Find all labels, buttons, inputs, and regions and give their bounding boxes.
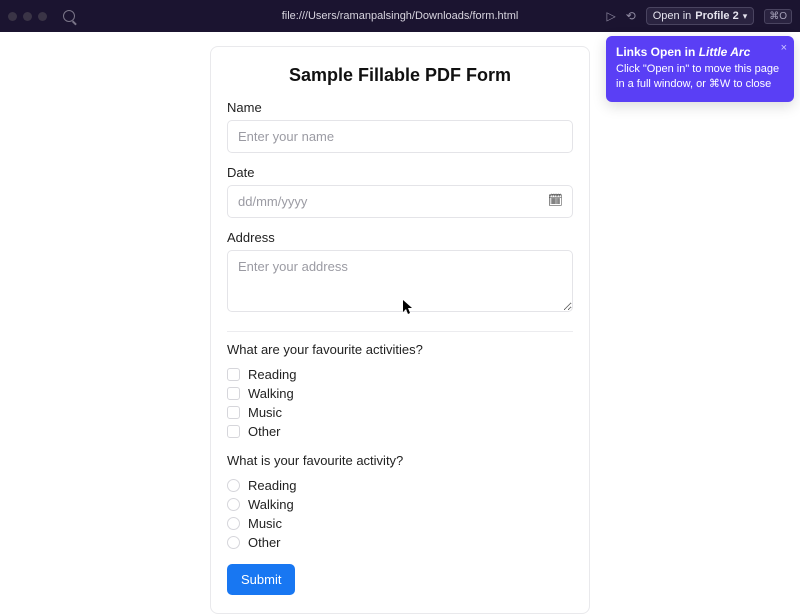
address-bar-url[interactable]: file:///Users/ramanpalsingh/Downloads/fo… <box>282 10 519 22</box>
checkbox-option[interactable]: Other <box>227 422 573 441</box>
radio-option[interactable]: Music <box>227 514 573 533</box>
checkbox-option[interactable]: Reading <box>227 365 573 384</box>
tooltip-title-prefix: Links Open in <box>616 45 699 59</box>
radio-group: Reading Walking Music Other <box>227 476 573 552</box>
topbar-right-tools: ▷ ⟲ Open in Profile 2 ▾ ⌘O <box>606 7 792 25</box>
checkbox-icon[interactable] <box>227 406 240 419</box>
checkbox-icon[interactable] <box>227 425 240 438</box>
extension-icon[interactable]: ▷ <box>606 9 615 23</box>
tooltip-body: Click "Open in" to move this page in a f… <box>616 62 784 92</box>
divider <box>227 331 573 332</box>
address-label: Address <box>227 230 573 245</box>
checkbox-option[interactable]: Walking <box>227 384 573 403</box>
checkbox-icon[interactable] <box>227 387 240 400</box>
search-icon[interactable] <box>63 10 75 22</box>
name-label: Name <box>227 100 573 115</box>
link-icon[interactable]: ⟲ <box>626 9 636 23</box>
mouse-cursor-icon <box>403 300 415 316</box>
question-single: What is your favourite activity? <box>227 453 573 468</box>
browser-topbar: file:///Users/ramanpalsingh/Downloads/fo… <box>0 0 800 32</box>
profile-open-label: Open in <box>653 10 692 22</box>
radio-icon[interactable] <box>227 536 240 549</box>
submit-button[interactable]: Submit <box>227 564 295 595</box>
name-input[interactable] <box>227 120 573 153</box>
radio-icon[interactable] <box>227 479 240 492</box>
option-label: Walking <box>248 386 294 401</box>
traffic-light-min[interactable] <box>23 12 32 21</box>
date-input[interactable] <box>227 185 573 218</box>
radio-icon[interactable] <box>227 517 240 530</box>
radio-option[interactable]: Reading <box>227 476 573 495</box>
radio-icon[interactable] <box>227 498 240 511</box>
open-in-profile-button[interactable]: Open in Profile 2 ▾ <box>646 7 754 25</box>
close-icon[interactable]: × <box>781 41 787 56</box>
option-label: Walking <box>248 497 294 512</box>
traffic-light-max[interactable] <box>38 12 47 21</box>
radio-option[interactable]: Walking <box>227 495 573 514</box>
traffic-light-close[interactable] <box>8 12 17 21</box>
tooltip-title-em: Little Arc <box>699 45 751 59</box>
shortcut-badge: ⌘O <box>764 9 792 24</box>
tooltip-title: Links Open in Little Arc <box>616 44 784 60</box>
option-label: Music <box>248 405 282 420</box>
calendar-icon[interactable]: 🗓 <box>548 193 563 207</box>
little-arc-tooltip: × Links Open in Little Arc Click "Open i… <box>606 36 794 102</box>
question-multi: What are your favourite activities? <box>227 342 573 357</box>
profile-name: Profile 2 <box>695 10 738 22</box>
checkbox-group: Reading Walking Music Other <box>227 365 573 441</box>
checkbox-icon[interactable] <box>227 368 240 381</box>
date-label: Date <box>227 165 573 180</box>
checkbox-option[interactable]: Music <box>227 403 573 422</box>
option-label: Reading <box>248 367 296 382</box>
form-title: Sample Fillable PDF Form <box>227 65 573 86</box>
option-label: Other <box>248 424 281 439</box>
chevron-down-icon: ▾ <box>743 11 748 22</box>
option-label: Reading <box>248 478 296 493</box>
option-label: Music <box>248 516 282 531</box>
address-input[interactable] <box>227 250 573 312</box>
form-card: Sample Fillable PDF Form Name Date 🗓 Add… <box>210 46 590 614</box>
window-controls <box>8 12 47 21</box>
option-label: Other <box>248 535 281 550</box>
radio-option[interactable]: Other <box>227 533 573 552</box>
